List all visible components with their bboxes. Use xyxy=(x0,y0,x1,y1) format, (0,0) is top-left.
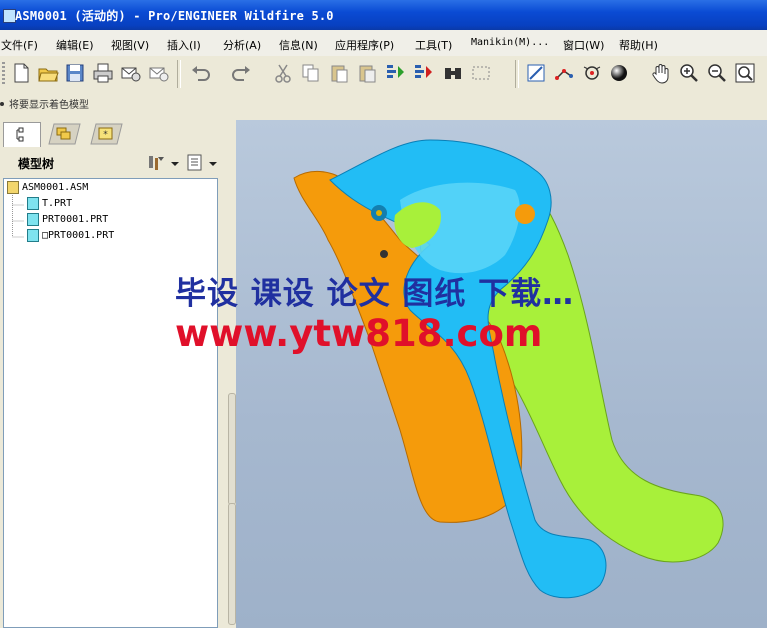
folder-browser-icon xyxy=(48,123,81,145)
model-render xyxy=(293,139,724,599)
copy-icon[interactable] xyxy=(300,62,322,84)
tree-settings-button[interactable] xyxy=(147,154,181,172)
menu-insert[interactable]: 插入(I) xyxy=(167,37,201,53)
zoom-out-icon[interactable] xyxy=(706,62,728,84)
part-icon xyxy=(27,197,39,210)
tree-item-part[interactable]: T.PRT xyxy=(27,197,72,212)
spin-center-icon[interactable] xyxy=(581,62,603,84)
menu-analysis[interactable]: 分析(A) xyxy=(223,37,261,53)
part-icon xyxy=(27,229,39,242)
assembly-icon xyxy=(7,181,19,194)
watermark-text: 毕设 课设 论文 图纸 下载… xyxy=(175,276,575,312)
new-file-icon[interactable] xyxy=(10,62,32,84)
list-icon xyxy=(187,154,217,171)
tree-show-button[interactable] xyxy=(186,154,220,172)
sash-handle[interactable] xyxy=(228,503,236,625)
toolbar-grip[interactable] xyxy=(2,62,5,86)
pan-hand-icon[interactable] xyxy=(650,62,672,84)
find-icon[interactable] xyxy=(442,62,464,84)
paste-icon[interactable] xyxy=(328,62,350,84)
screw-hole xyxy=(380,250,388,258)
panel-title: 模型树 xyxy=(18,157,55,171)
window-title: ASM0001 (活动的) - Pro/ENGINEER Wildfire 5.… xyxy=(15,9,334,23)
panel-sash[interactable] xyxy=(226,178,236,628)
send-mail-icon[interactable] xyxy=(120,62,142,84)
tree-item-assembly[interactable]: ASM0001.ASM xyxy=(7,181,88,196)
main-toolbar xyxy=(0,56,767,91)
status-message: 将要显示着色模型 xyxy=(9,100,89,111)
model-tree: ASM0001.ASM T.PRT PRT0001.PRT □PRT0001.P… xyxy=(3,178,218,628)
zoom-in-icon[interactable] xyxy=(678,62,700,84)
redo-icon[interactable] xyxy=(230,62,252,84)
undo-icon[interactable] xyxy=(190,62,212,84)
menu-file[interactable]: 文件(F) xyxy=(1,37,38,53)
toolbar-separator xyxy=(177,60,181,88)
mail-settings-icon[interactable] xyxy=(148,62,170,84)
favorites-tab[interactable]: * xyxy=(87,122,123,146)
print-icon[interactable] xyxy=(92,62,114,84)
svg-text:*: * xyxy=(103,130,108,140)
tree-item-part[interactable]: PRT0001.PRT xyxy=(27,213,108,228)
message-bullet xyxy=(0,102,4,106)
regenerate-icon[interactable] xyxy=(384,62,406,84)
refit-icon[interactable] xyxy=(734,62,756,84)
menu-applications[interactable]: 应用程序(P) xyxy=(335,37,394,53)
menu-info[interactable]: 信息(N) xyxy=(279,37,318,53)
menu-edit[interactable]: 编辑(E) xyxy=(56,37,94,53)
title-bar: ASM0001 (活动的) - Pro/ENGINEER Wildfire 5.… xyxy=(0,0,767,30)
menu-help[interactable]: 帮助(H) xyxy=(619,37,658,53)
cut-icon[interactable] xyxy=(272,62,294,84)
menu-tools[interactable]: 工具(T) xyxy=(415,37,452,53)
regenerate-manager-icon[interactable] xyxy=(412,62,434,84)
watermark-url: www.ytw818.com xyxy=(175,312,543,355)
model-tree-header: 模型树 xyxy=(0,148,236,178)
menu-view[interactable]: 视图(V) xyxy=(111,37,149,53)
graphics-window[interactable] xyxy=(236,120,767,628)
toolbar-separator xyxy=(515,60,519,88)
menu-bar: 文件(F) 编辑(E) 视图(V) 插入(I) 分析(A) 信息(N) 应用程序… xyxy=(0,30,767,56)
model-tree-icon xyxy=(16,127,24,142)
shading-icon[interactable] xyxy=(609,62,631,84)
sketch-view-icon[interactable] xyxy=(525,62,547,84)
menu-window[interactable]: 窗口(W) xyxy=(563,37,604,53)
save-icon[interactable] xyxy=(64,62,86,84)
navigator-tabs: * xyxy=(0,120,236,148)
message-area: 将要显示着色模型 xyxy=(0,90,767,120)
tools-icon xyxy=(149,156,179,170)
sash-handle[interactable] xyxy=(228,393,236,505)
menu-manikin[interactable]: Manikin(M)... xyxy=(471,37,549,48)
favorites-icon: * xyxy=(90,123,123,145)
model-tree-tab[interactable] xyxy=(3,122,41,147)
open-folder-icon[interactable] xyxy=(37,62,59,84)
tree-item-part[interactable]: □PRT0001.PRT xyxy=(27,229,114,244)
datum-display-icon[interactable] xyxy=(553,62,575,84)
paste-special-icon[interactable] xyxy=(356,62,378,84)
pivot-pin xyxy=(376,210,382,216)
orange-pin xyxy=(515,204,535,224)
folder-browser-tab[interactable] xyxy=(45,122,81,146)
part-icon xyxy=(27,213,39,226)
select-box-icon[interactable] xyxy=(470,62,492,84)
